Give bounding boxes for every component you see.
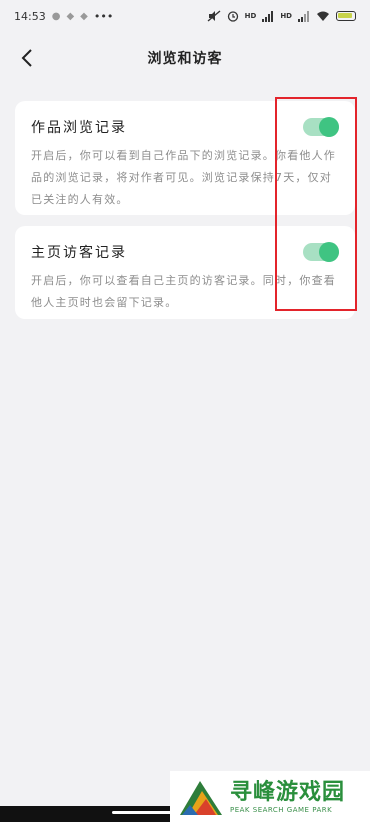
notification-icon: ● (51, 10, 61, 22)
mountain-logo-icon (180, 780, 222, 815)
watermark: 寻峰游戏园 PEAK SEARCH GAME PARK (170, 771, 370, 822)
chevron-left-icon (21, 49, 32, 67)
status-time: 14:53 (14, 9, 46, 23)
watermark-text: 寻峰游戏园 PEAK SEARCH GAME PARK (230, 780, 345, 814)
battery-icon (336, 11, 356, 21)
setting-title: 作品浏览记录 (31, 120, 127, 136)
navigation-strip (0, 806, 172, 822)
status-bar: 14:53 ● ◆ ◆ ••• HD HD (0, 0, 370, 32)
nav-bar: 浏览和访客 (0, 38, 370, 78)
status-right: HD HD (207, 10, 356, 22)
back-button[interactable] (12, 42, 42, 74)
hd-label: HD (244, 12, 257, 20)
app-icon-2: ◆ (80, 10, 88, 22)
signal-icon (262, 10, 274, 22)
signal-icon-2 (298, 10, 309, 22)
app-icon: ◆ (66, 10, 75, 22)
more-notifications-icon: ••• (93, 9, 114, 23)
watermark-name: 寻峰游戏园 (230, 779, 346, 805)
alarm-icon (227, 11, 238, 22)
hd-label-2: HD (280, 12, 292, 20)
page-title: 浏览和访客 (147, 51, 223, 67)
wifi-icon (317, 11, 329, 21)
mute-icon (207, 10, 221, 22)
watermark-subtitle: PEAK SEARCH GAME PARK (230, 805, 333, 814)
highlight-box (275, 97, 357, 311)
setting-title: 主页访客记录 (31, 245, 127, 261)
status-left: 14:53 ● ◆ ◆ ••• (14, 10, 113, 23)
home-indicator[interactable] (112, 811, 172, 814)
